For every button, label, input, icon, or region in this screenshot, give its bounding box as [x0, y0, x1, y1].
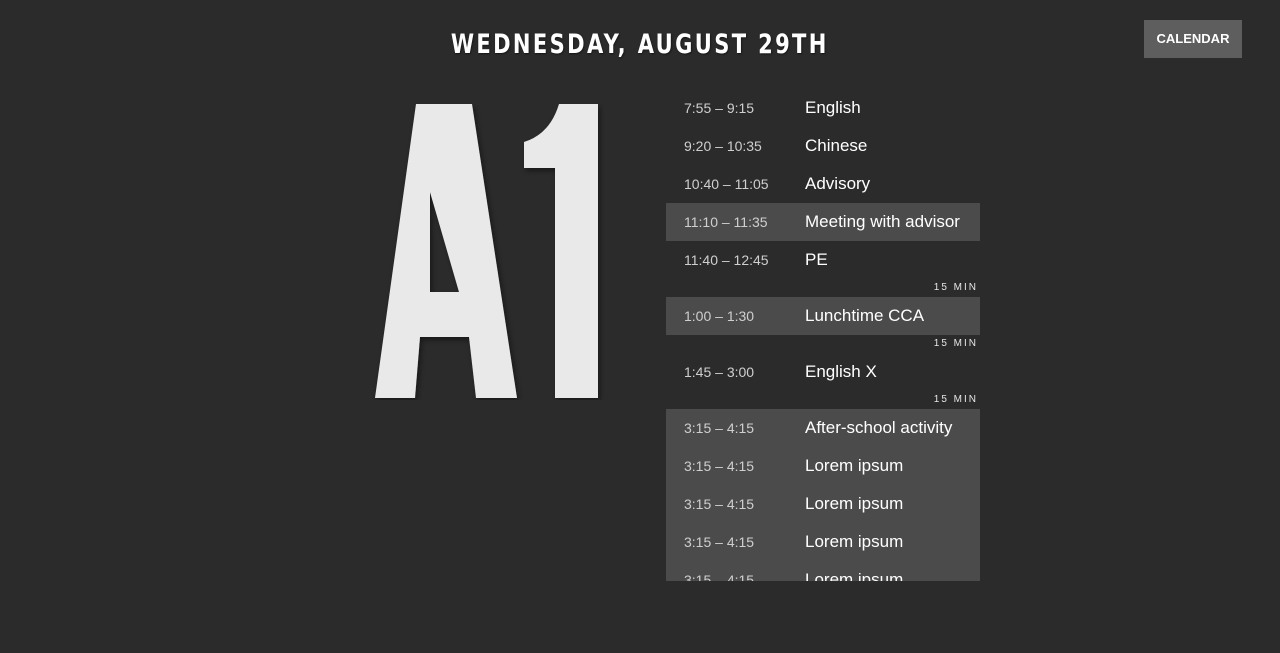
- period-subject: English X: [805, 362, 877, 381]
- period-subject: Lorem ipsum: [805, 456, 904, 475]
- period-subject: Lorem ipsum: [805, 570, 904, 581]
- period-time: 11:10 – 11:35: [684, 214, 768, 230]
- schedule-page: WEDNESDAY, AUGUST 29TH CALENDAR A1 7:55 …: [0, 0, 1280, 653]
- period-subject: Lorem ipsum: [805, 532, 904, 551]
- schedule-row[interactable]: 11:40 – 12:45 PE: [666, 241, 980, 279]
- calendar-button[interactable]: CALENDAR: [1144, 20, 1242, 58]
- period-subject: Advisory: [805, 174, 871, 193]
- period-subject: Chinese: [805, 136, 868, 155]
- period-subject: PE: [805, 250, 828, 269]
- period-subject: Lorem ipsum: [805, 494, 904, 513]
- period-time: 3:15 – 4:15: [684, 496, 755, 512]
- break-gap: 15 MIN: [666, 391, 980, 409]
- period-subject: English: [805, 98, 861, 117]
- period-subject: Meeting with advisor: [805, 212, 960, 231]
- schedule-row[interactable]: 3:15 – 4:15 Lorem ipsum: [666, 523, 980, 561]
- period-time: 3:15 – 4:15: [684, 572, 755, 581]
- schedule-row[interactable]: 7:55 – 9:15 English: [666, 89, 980, 127]
- schedule-row[interactable]: 11:10 – 11:35 Meeting with advisor: [666, 203, 980, 241]
- period-time: 11:40 – 12:45: [684, 252, 769, 268]
- period-time: 9:20 – 10:35: [684, 138, 762, 154]
- period-time: 3:15 – 4:15: [684, 534, 755, 550]
- page-title: WEDNESDAY, AUGUST 29TH: [450, 29, 829, 60]
- day-code-graphic: A1: [375, 104, 598, 398]
- schedule-row[interactable]: 1:45 – 3:00 English X: [666, 353, 980, 391]
- break-duration-label: 15 MIN: [933, 282, 978, 293]
- day-code-display: A1: [372, 104, 604, 400]
- letter-a-shape: [375, 104, 517, 398]
- break-gap: 15 MIN: [666, 335, 980, 353]
- schedule-list: 7:55 – 9:15 English 9:20 – 10:35 Chinese 10:…: [666, 89, 980, 581]
- period-time: 3:15 – 4:15: [684, 458, 755, 474]
- period-subject: After-school activity: [805, 418, 953, 437]
- schedule-row[interactable]: 1:00 – 1:30 Lunchtime CCA: [666, 297, 980, 335]
- break-duration-label: 15 MIN: [933, 338, 978, 349]
- break-gap: 15 MIN: [666, 279, 980, 297]
- schedule-row[interactable]: 3:15 – 4:15 Lorem ipsum: [666, 561, 980, 581]
- period-time: 7:55 – 9:15: [684, 100, 755, 116]
- schedule-row[interactable]: 10:40 – 11:05 Advisory: [666, 165, 980, 203]
- break-duration-label: 15 MIN: [933, 394, 978, 405]
- numeral-1-shape: [524, 104, 598, 398]
- period-subject: Lunchtime CCA: [805, 306, 925, 325]
- period-time: 10:40 – 11:05: [684, 176, 769, 192]
- period-time: 1:45 – 3:00: [684, 364, 755, 380]
- schedule-row[interactable]: 3:15 – 4:15 After-school activity: [666, 409, 980, 447]
- schedule-row[interactable]: 9:20 – 10:35 Chinese: [666, 127, 980, 165]
- period-time: 3:15 – 4:15: [684, 420, 755, 436]
- schedule-row[interactable]: 3:15 – 4:15 Lorem ipsum: [666, 485, 980, 523]
- period-time: 1:00 – 1:30: [684, 308, 755, 324]
- schedule-row[interactable]: 3:15 – 4:15 Lorem ipsum: [666, 447, 980, 485]
